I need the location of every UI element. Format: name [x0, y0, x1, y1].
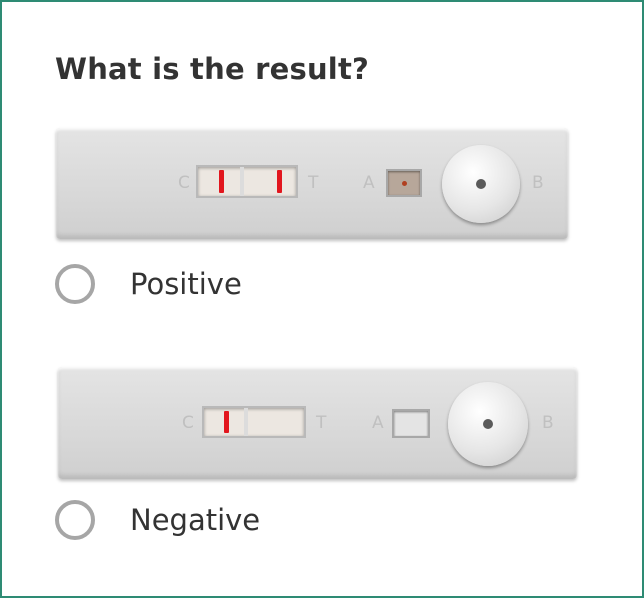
well-a-marking: A — [372, 413, 384, 433]
test-marking: T — [316, 413, 327, 433]
well-a-marking: A — [363, 173, 375, 193]
window-divider — [244, 408, 248, 436]
well-b-marking: B — [532, 173, 544, 193]
window-divider — [240, 167, 244, 196]
question-title: What is the result? — [55, 52, 370, 86]
sample-well — [386, 169, 422, 197]
control-marking: C — [178, 173, 190, 193]
control-line — [219, 170, 224, 193]
question-card: What is the result? C T A B Positive C T… — [0, 0, 644, 598]
sample-well — [392, 409, 430, 438]
option-label-positive: Positive — [130, 267, 242, 301]
control-marking: C — [182, 413, 194, 433]
option-label-negative: Negative — [130, 503, 261, 537]
sample-port-hole — [483, 419, 493, 429]
test-line — [277, 170, 282, 193]
option-negative[interactable]: Negative — [55, 500, 260, 540]
option-positive[interactable]: Positive — [55, 264, 242, 304]
test-marking: T — [308, 173, 319, 193]
test-cassette-image-positive: C T A B — [56, 128, 568, 239]
radio-negative[interactable] — [55, 500, 95, 540]
result-window — [196, 165, 298, 198]
sample-dot — [402, 181, 407, 186]
result-window — [202, 406, 306, 438]
radio-positive[interactable] — [55, 264, 95, 304]
sample-port — [448, 382, 528, 466]
well-b-marking: B — [542, 413, 554, 433]
sample-port-hole — [476, 179, 486, 189]
control-line — [224, 411, 229, 433]
test-cassette-image-negative: C T A B — [58, 367, 577, 479]
sample-port — [442, 145, 520, 223]
